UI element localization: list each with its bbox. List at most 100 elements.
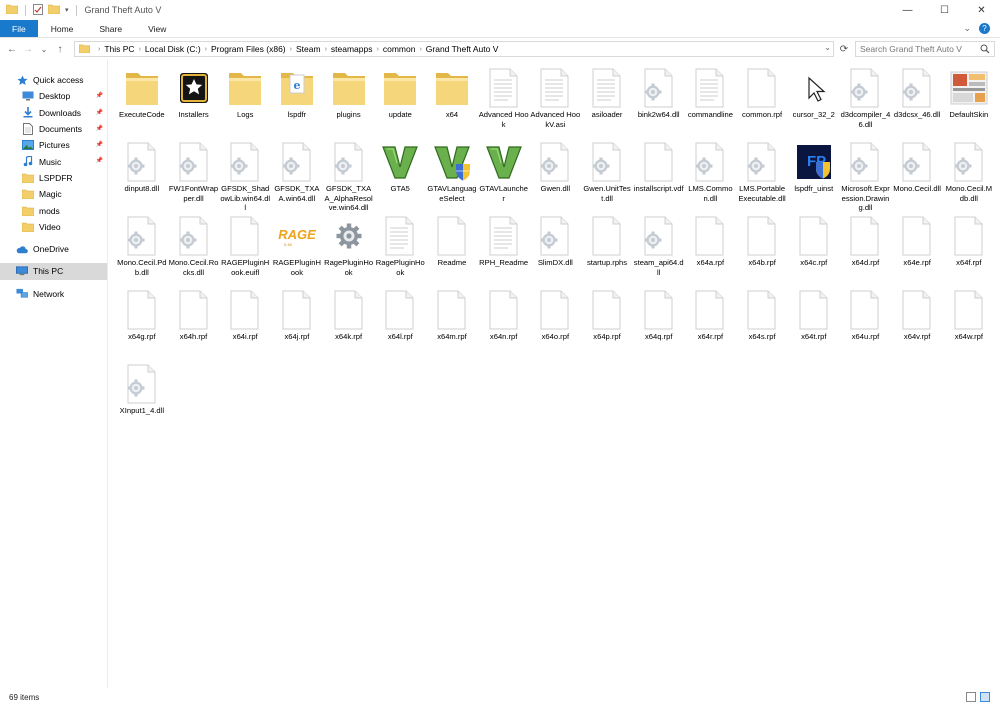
file-item[interactable]: x64n.rpf	[478, 290, 530, 364]
file-item[interactable]: Gwen.UnitTest.dll	[581, 142, 633, 216]
file-item[interactable]: x64s.rpf	[736, 290, 788, 364]
sidebar-item-onedrive[interactable]: OneDrive	[0, 241, 107, 257]
file-item[interactable]: dinput8.dll	[116, 142, 168, 216]
file-item[interactable]: RAGEPluginHook.euifl	[219, 216, 271, 290]
file-item[interactable]: x64k.rpf	[323, 290, 375, 364]
file-item[interactable]: GTAVLanguageSelect	[426, 142, 478, 216]
breadcrumb-program-files[interactable]: Program Files (x86)	[211, 44, 286, 54]
tab-share[interactable]: Share	[86, 20, 135, 37]
file-item[interactable]: x64t.rpf	[788, 290, 840, 364]
file-item[interactable]: FW1FontWrapper.dll	[168, 142, 220, 216]
back-button[interactable]: ←	[4, 40, 20, 58]
file-item[interactable]: steam_api64.dll	[633, 216, 685, 290]
file-item[interactable]: Mono.Cecil.Mdb.dll	[943, 142, 995, 216]
sidebar-item-documents[interactable]: Documents 📌	[0, 121, 107, 137]
new-folder-icon[interactable]	[47, 4, 61, 16]
breadcrumb-steam[interactable]: Steam	[296, 44, 321, 54]
sidebar-item-network[interactable]: Network	[0, 286, 107, 302]
file-item[interactable]: Gwen.dll	[530, 142, 582, 216]
file-item[interactable]: update	[374, 68, 426, 142]
large-icons-view-icon[interactable]	[980, 692, 990, 702]
file-item[interactable]: GFSDK_TXAA_AlphaResolve.win64.dll	[323, 142, 375, 216]
sidebar-item-pictures[interactable]: Pictures 📌	[0, 137, 107, 153]
file-item[interactable]: x64m.rpf	[426, 290, 478, 364]
file-item[interactable]: x64i.rpf	[219, 290, 271, 364]
file-item[interactable]: Installers	[168, 68, 220, 142]
file-item[interactable]: x64j.rpf	[271, 290, 323, 364]
file-item[interactable]: x64g.rpf	[116, 290, 168, 364]
file-item[interactable]: commandline	[685, 68, 737, 142]
up-button[interactable]: ↑	[52, 40, 68, 58]
file-item[interactable]: SlimDX.dll	[530, 216, 582, 290]
file-item[interactable]: LMS.Common.dll	[685, 142, 737, 216]
file-item[interactable]: x64p.rpf	[581, 290, 633, 364]
file-item[interactable]: asiloader	[581, 68, 633, 142]
breadcrumb-gtav[interactable]: Grand Theft Auto V	[426, 44, 499, 54]
recent-locations-button[interactable]: ⌄	[36, 40, 52, 58]
file-item[interactable]: Logs	[219, 68, 271, 142]
file-item[interactable]: x64v.rpf	[891, 290, 943, 364]
sidebar-item-mods[interactable]: mods	[0, 202, 107, 218]
file-item[interactable]: bink2w64.dll	[633, 68, 685, 142]
tab-view[interactable]: View	[135, 20, 179, 37]
file-item[interactable]: Mono.Cecil.Rocks.dll	[168, 216, 220, 290]
file-item[interactable]: d3dcompiler_46.dll	[840, 68, 892, 142]
customize-toolbar-icon[interactable]: ▾	[65, 6, 69, 14]
file-item[interactable]: GTA5	[374, 142, 426, 216]
file-item[interactable]: FP lspdfr_uinst	[788, 142, 840, 216]
file-item[interactable]: RPH_Readme	[478, 216, 530, 290]
file-item[interactable]: e lspdfr	[271, 68, 323, 142]
sidebar-item-lspdfr[interactable]: LSPDFR	[0, 170, 107, 186]
file-item[interactable]: XInput1_4.dll	[116, 364, 168, 438]
breadcrumb-common[interactable]: common	[383, 44, 416, 54]
file-item[interactable]: GTAVLauncher	[478, 142, 530, 216]
file-item[interactable]: common.rpf	[736, 68, 788, 142]
file-item[interactable]: x64q.rpf	[633, 290, 685, 364]
file-item[interactable]: x64e.rpf	[891, 216, 943, 290]
file-item[interactable]: RagePluginHook	[323, 216, 375, 290]
sidebar-item-this-pc[interactable]: This PC	[0, 263, 107, 280]
file-item[interactable]: cursor_32_2	[788, 68, 840, 142]
file-item[interactable]: x64d.rpf	[840, 216, 892, 290]
file-item[interactable]: x64f.rpf	[943, 216, 995, 290]
file-item[interactable]: x64l.rpf	[374, 290, 426, 364]
file-item[interactable]: plugins	[323, 68, 375, 142]
file-item[interactable]: ExecuteCode	[116, 68, 168, 142]
file-item[interactable]: x64a.rpf	[685, 216, 737, 290]
sidebar-item-magic[interactable]: Magic	[0, 186, 107, 202]
close-button[interactable]: ✕	[963, 0, 1000, 20]
file-item[interactable]: x64u.rpf	[840, 290, 892, 364]
breadcrumb-local-disk[interactable]: Local Disk (C:)	[145, 44, 201, 54]
file-item[interactable]: x64c.rpf	[788, 216, 840, 290]
file-item[interactable]: installscript.vdf	[633, 142, 685, 216]
sidebar-item-music[interactable]: Music 📌	[0, 153, 107, 169]
file-item[interactable]: Microsoft.Expression.Drawing.dll	[840, 142, 892, 216]
search-box[interactable]	[855, 41, 995, 57]
file-item[interactable]: RAGE 0.45 RAGEPluginHook	[271, 216, 323, 290]
file-item[interactable]: GFSDK_ShadowLib.win64.dll	[219, 142, 271, 216]
file-item[interactable]: x64w.rpf	[943, 290, 995, 364]
tab-home[interactable]: Home	[38, 20, 87, 37]
file-item[interactable]: d3dcsx_46.dll	[891, 68, 943, 142]
sidebar-item-quick-access[interactable]: Quick access	[0, 72, 107, 88]
file-item[interactable]: Mono.Cecil.Pdb.dll	[116, 216, 168, 290]
file-item[interactable]: DefaultSkin	[943, 68, 995, 142]
sidebar-item-video[interactable]: Video	[0, 219, 107, 235]
file-item[interactable]: x64h.rpf	[168, 290, 220, 364]
minimize-button[interactable]: —	[889, 0, 926, 20]
file-item[interactable]: startup.rphs	[581, 216, 633, 290]
sidebar-item-desktop[interactable]: Desktop 📌	[0, 88, 107, 104]
file-item[interactable]: Mono.Cecil.dll	[891, 142, 943, 216]
file-item[interactable]: Readme	[426, 216, 478, 290]
file-item[interactable]: x64r.rpf	[685, 290, 737, 364]
tab-file[interactable]: File	[0, 20, 38, 37]
file-item[interactable]: x64o.rpf	[530, 290, 582, 364]
details-view-icon[interactable]	[966, 692, 976, 702]
file-item[interactable]: x64b.rpf	[736, 216, 788, 290]
sidebar-item-downloads[interactable]: Downloads 📌	[0, 105, 107, 121]
refresh-button[interactable]: ⟳	[836, 41, 852, 57]
search-input[interactable]	[860, 44, 970, 54]
file-item[interactable]: GFSDK_TXAA.win64.dll	[271, 142, 323, 216]
file-item[interactable]: x64	[426, 68, 478, 142]
maximize-button[interactable]: ☐	[926, 0, 963, 20]
